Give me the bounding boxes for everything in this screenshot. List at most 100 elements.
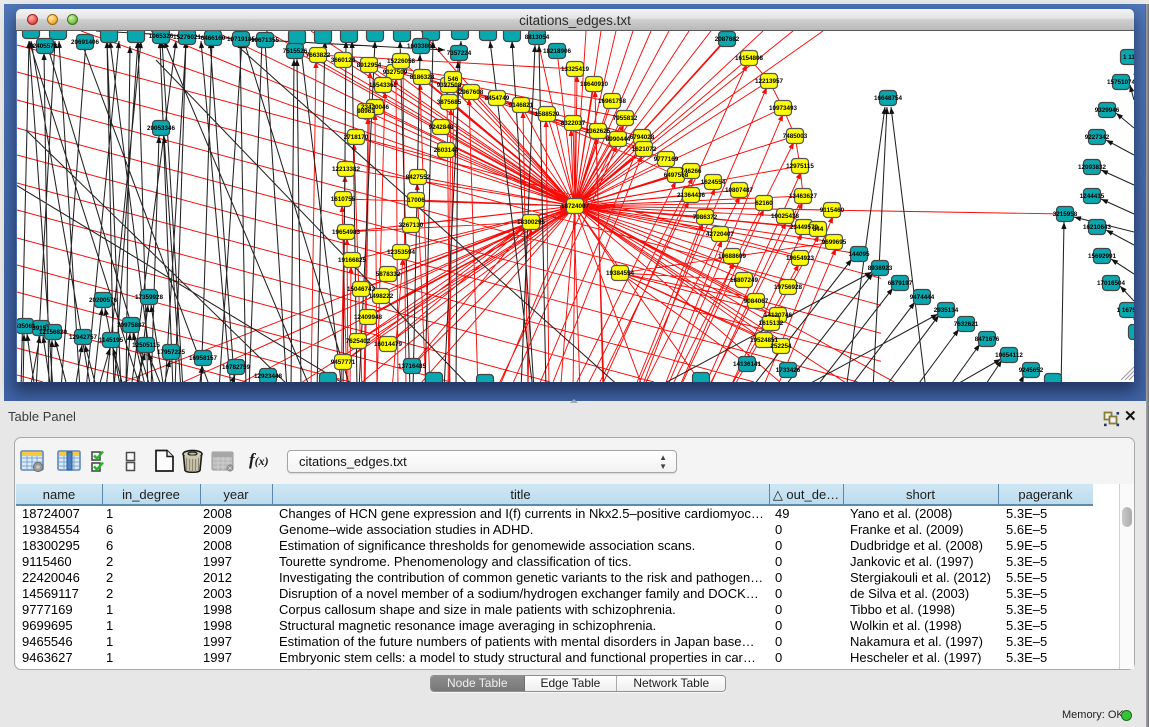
svg-text:1 16753: 1 16753 (1117, 307, 1134, 314)
svg-text:18724007: 18724007 (561, 203, 590, 210)
svg-text:20200576: 20200576 (89, 297, 118, 304)
svg-text:12409948: 12409948 (354, 314, 383, 321)
svg-text:19756928: 19756928 (774, 284, 803, 291)
svg-text:1733426: 1733426 (776, 367, 801, 374)
svg-text:6466160: 6466160 (201, 35, 226, 42)
svg-text:16648754: 16648754 (874, 95, 903, 102)
svg-text:18300295: 18300295 (517, 219, 546, 226)
svg-text:6879197: 6879197 (888, 280, 913, 287)
svg-text:5878332: 5878332 (376, 271, 401, 278)
svg-text:19654983: 19654983 (332, 229, 361, 236)
svg-text:16961758: 16961758 (598, 98, 627, 105)
svg-text:9327509: 9327509 (383, 69, 408, 76)
svg-text:9227342: 9227342 (1085, 134, 1110, 141)
svg-text:12156829: 12156829 (39, 329, 68, 336)
svg-text:1145195: 1145195 (99, 337, 124, 344)
svg-text:10025438: 10025438 (771, 213, 800, 220)
svg-text:844: 844 (813, 226, 824, 233)
svg-text:3660124: 3660124 (331, 57, 356, 64)
svg-text:10671355: 10671355 (251, 37, 280, 44)
svg-text:7357224: 7357224 (447, 50, 472, 57)
svg-text:3267130: 3267130 (399, 222, 424, 229)
svg-text:21364436: 21364436 (677, 192, 706, 199)
svg-text:13463627: 13463627 (789, 193, 818, 200)
svg-text:8471676: 8471676 (975, 336, 1000, 343)
svg-text:1610755: 1610755 (331, 196, 356, 203)
svg-text:2935134: 2935134 (934, 307, 959, 314)
svg-text:9242848: 9242848 (429, 124, 454, 131)
svg-text:8454749: 8454749 (485, 95, 510, 102)
svg-text:7625402: 7625402 (346, 338, 371, 345)
svg-text:9457771: 9457771 (331, 359, 356, 366)
svg-text:9329946: 9329946 (1095, 107, 1120, 114)
svg-text:8813054: 8813054 (525, 34, 550, 41)
svg-text:98961: 98961 (357, 108, 375, 115)
svg-text:10973493: 10973493 (769, 105, 798, 112)
svg-text:15226058: 15226058 (387, 58, 416, 65)
svg-text:9084067: 9084067 (744, 298, 769, 305)
svg-text:8186328: 8186328 (410, 74, 435, 81)
svg-text:20053346: 20053346 (147, 125, 176, 132)
svg-text:12093832: 12093832 (1078, 164, 1107, 171)
svg-text:14120746: 14120746 (764, 312, 793, 319)
svg-text:252254: 252254 (770, 343, 792, 350)
svg-text:9474444: 9474444 (910, 294, 935, 301)
svg-text:3215958: 3215958 (1053, 211, 1078, 218)
svg-text:144095: 144095 (848, 251, 870, 258)
svg-text:8938923: 8938923 (868, 265, 893, 272)
svg-text:1065326: 1065326 (149, 33, 174, 40)
svg-text:15046743: 15046743 (347, 286, 376, 293)
svg-text:12353594: 12353594 (387, 249, 416, 256)
svg-text:6794028: 6794028 (630, 134, 655, 141)
svg-text:12213382: 12213382 (332, 166, 361, 173)
svg-text:15751074: 15751074 (1107, 79, 1134, 86)
svg-text:1 11: 1 11 (1123, 54, 1134, 61)
svg-text:15276021: 15276021 (173, 34, 202, 41)
svg-text:12975115: 12975115 (786, 163, 814, 170)
svg-text:546: 546 (448, 76, 459, 83)
svg-text:9146821: 9146821 (509, 102, 534, 109)
svg-text:10807487: 10807487 (725, 187, 754, 194)
svg-text:18218906: 18218906 (543, 48, 572, 55)
svg-text:16014479: 16014479 (374, 341, 403, 348)
svg-text:19654923: 19654923 (786, 255, 815, 262)
svg-text:18640910: 18640910 (580, 81, 609, 88)
svg-text:12923448: 12923448 (254, 373, 283, 380)
svg-text:1362625: 1362625 (586, 128, 611, 135)
svg-text:15692991: 15692991 (1088, 253, 1117, 260)
svg-text:13325419: 13325419 (561, 66, 590, 73)
svg-text:8427552: 8427552 (406, 174, 431, 181)
svg-text:2405573: 2405573 (33, 43, 58, 50)
svg-text:10688609: 10688609 (718, 253, 747, 260)
svg-text:12505115: 12505115 (132, 342, 160, 349)
svg-text:16958157: 16958157 (189, 355, 218, 362)
svg-text:1624554: 1624554 (701, 179, 726, 186)
svg-text:9777169: 9777169 (654, 156, 679, 163)
svg-text:1621072: 1621072 (632, 146, 657, 153)
svg-text:16033809: 16033809 (407, 43, 436, 50)
svg-text:16543362: 16543362 (369, 82, 398, 89)
svg-text:7485003: 7485003 (783, 133, 808, 140)
svg-text:16782759: 16782759 (222, 364, 251, 371)
svg-text:746266: 746266 (680, 168, 702, 175)
svg-text:13716485: 13716485 (398, 363, 427, 370)
svg-text:16210643: 16210643 (1083, 224, 1112, 231)
svg-text:2718170: 2718170 (344, 134, 369, 141)
svg-text:2087682: 2087682 (715, 36, 740, 43)
svg-text:2967608: 2967608 (459, 89, 484, 96)
svg-text:16154808: 16154808 (735, 55, 764, 62)
svg-text:9327508: 9327508 (437, 82, 462, 89)
svg-text:8912954: 8912954 (357, 62, 382, 69)
svg-text:19384554: 19384554 (606, 270, 635, 277)
svg-text:8990444: 8990444 (606, 136, 631, 143)
svg-text:30975887: 30975887 (117, 322, 146, 329)
svg-text:3875685: 3875685 (437, 99, 462, 106)
svg-text:17957225: 17957225 (157, 349, 186, 356)
svg-text:12213957: 12213957 (755, 78, 784, 85)
svg-text:7515526: 7515526 (283, 48, 308, 55)
svg-text:17359928: 17359928 (135, 294, 164, 301)
svg-text:9699695: 9699695 (822, 239, 847, 246)
svg-text:1588520: 1588520 (535, 111, 560, 118)
svg-text:9245652: 9245652 (1019, 367, 1044, 374)
svg-text:18807249: 18807249 (730, 277, 759, 284)
